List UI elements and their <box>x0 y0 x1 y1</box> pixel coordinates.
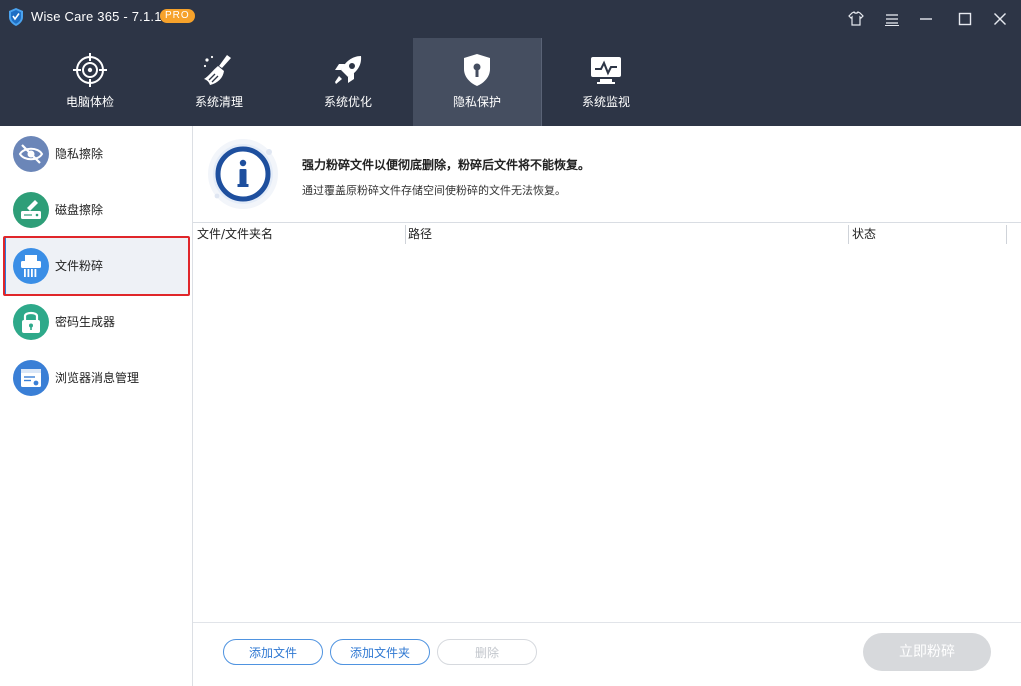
info-title: 强力粉碎文件以便彻底删除，粉碎后文件将不能恢复。 <box>302 158 591 172</box>
main-panel: 强力粉碎文件以便彻底删除，粉碎后文件将不能恢复。 通过覆盖原粉碎文件存储空间使粉… <box>193 126 1021 686</box>
target-icon <box>72 52 108 88</box>
shredder-icon <box>13 248 49 284</box>
sidebar-item-disk-erase[interactable]: 磁盘擦除 <box>4 182 190 238</box>
tab-privacy-protection[interactable]: 隐私保护 <box>413 38 542 126</box>
broom-icon <box>201 52 237 88</box>
close-icon[interactable] <box>989 8 1011 30</box>
app-window: Wise Care 365 - 7.1.1 PRO 电脑体检 系统清理 系统优化… <box>0 0 1021 686</box>
column-divider[interactable] <box>848 225 849 244</box>
tab-label: 系统优化 <box>323 95 372 109</box>
title-bar: Wise Care 365 - 7.1.1 PRO <box>0 0 1021 38</box>
tab-label: 系统监视 <box>581 95 630 109</box>
rocket-icon <box>330 52 366 88</box>
sidebar-item-password-generator[interactable]: 密码生成器 <box>4 294 190 350</box>
table-header: 文件/文件夹名 路径 状态 <box>193 222 1021 246</box>
tab-system-monitor[interactable]: 系统监视 <box>542 38 670 126</box>
sidebar-item-label: 磁盘擦除 <box>55 203 104 217</box>
tab-system-optimize[interactable]: 系统优化 <box>284 38 412 126</box>
column-header-status[interactable]: 状态 <box>852 226 876 242</box>
app-logo-icon <box>8 8 24 26</box>
tab-pc-checkup[interactable]: 电脑体检 <box>26 38 154 126</box>
lock-icon <box>13 304 49 340</box>
shield-keyhole-icon <box>459 52 495 88</box>
tab-label: 系统清理 <box>194 95 243 109</box>
sidebar-item-label: 浏览器消息管理 <box>55 371 140 385</box>
column-header-path[interactable]: 路径 <box>408 226 432 242</box>
sidebar-item-file-shredder[interactable]: 文件粉碎 <box>4 238 190 294</box>
sidebar-item-label: 文件粉碎 <box>55 259 104 273</box>
menu-icon[interactable] <box>881 8 903 30</box>
column-divider[interactable] <box>1006 225 1007 244</box>
minimize-icon[interactable] <box>915 8 937 30</box>
footer-toolbar: 添加文件 添加文件夹 删除 立即粉碎 <box>193 622 1021 686</box>
delete-button[interactable]: 删除 <box>437 639 537 665</box>
add-folder-button[interactable]: 添加文件夹 <box>330 639 430 665</box>
eye-slash-icon <box>13 136 49 172</box>
sidebar-item-privacy-erase[interactable]: 隐私擦除 <box>4 126 190 182</box>
column-divider[interactable] <box>405 225 406 244</box>
disk-erase-icon <box>13 192 49 228</box>
info-subtitle: 通过覆盖原粉碎文件存储空间使粉碎的文件无法恢复。 <box>302 184 566 197</box>
tab-system-cleanup[interactable]: 系统清理 <box>155 38 283 126</box>
skin-shirt-icon[interactable] <box>845 8 867 30</box>
sidebar-item-label: 密码生成器 <box>55 315 116 329</box>
tab-label: 电脑体检 <box>65 95 114 109</box>
top-navigation: 电脑体检 系统清理 系统优化 隐私保护 系统监视 <box>0 38 1021 126</box>
column-header-name[interactable]: 文件/文件夹名 <box>197 226 273 242</box>
browser-icon <box>13 360 49 396</box>
add-file-button[interactable]: 添加文件 <box>223 639 323 665</box>
file-list[interactable] <box>193 245 1021 622</box>
pro-badge: PRO <box>160 9 195 23</box>
sidebar: 隐私擦除 磁盘擦除 文件粉碎 密码生成器 浏览器消息管理 <box>0 126 193 686</box>
monitor-icon <box>588 52 624 88</box>
maximize-icon[interactable] <box>954 8 976 30</box>
sidebar-item-label: 隐私擦除 <box>55 147 104 161</box>
sidebar-item-browser-message-manager[interactable]: 浏览器消息管理 <box>4 350 190 406</box>
tab-label: 隐私保护 <box>452 95 501 109</box>
window-title: Wise Care 365 - 7.1.1 <box>31 9 162 24</box>
shred-now-button[interactable]: 立即粉碎 <box>863 633 991 671</box>
active-indicator <box>4 238 6 294</box>
info-icon <box>207 138 279 210</box>
